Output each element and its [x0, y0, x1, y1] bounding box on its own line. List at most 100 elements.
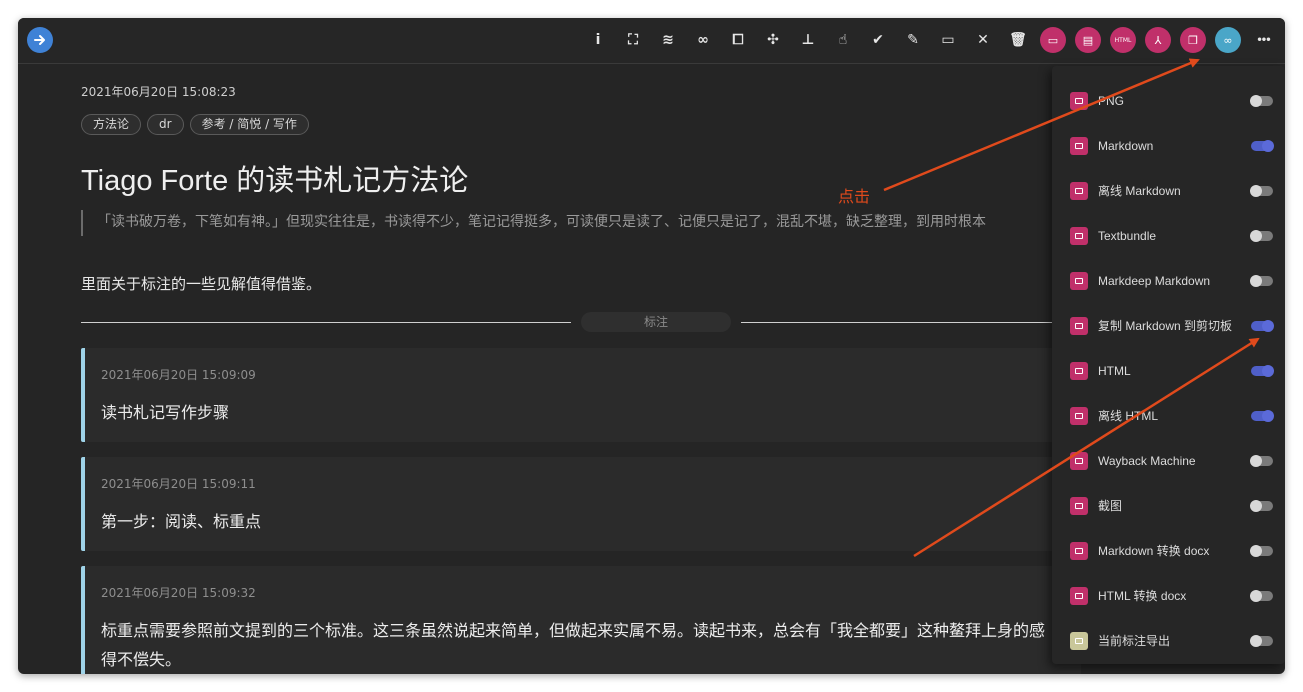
- markdeep-icon: [1070, 272, 1088, 290]
- double-check-icon[interactable]: ✔: [865, 27, 891, 53]
- export-menu-item-label: Markdown: [1098, 139, 1154, 153]
- toggle-knob: [1250, 455, 1262, 467]
- export-toggle[interactable]: [1250, 500, 1273, 512]
- summary-quote: 「读书破万卷，下笔如有神。」但现实往往是，书读得不少，笔记记得挺多，可读便只是读…: [81, 210, 1071, 236]
- toggle-knob: [1262, 365, 1274, 377]
- export-menu-item-label: Wayback Machine: [1098, 454, 1196, 468]
- export-menu-item-label: 当前标注导出: [1098, 634, 1171, 648]
- layers-icon[interactable]: ≋: [655, 27, 681, 53]
- archive-icon[interactable]: ▭: [935, 27, 961, 53]
- export-menu-item[interactable]: Textbundle: [1052, 213, 1285, 258]
- export-toggle[interactable]: [1250, 590, 1273, 602]
- export-menu-item[interactable]: Markdeep Markdown: [1052, 258, 1285, 303]
- export-toggle[interactable]: [1251, 365, 1274, 377]
- cloud-upload-icon: [1070, 587, 1088, 605]
- annotation-card[interactable]: 2021年06月20日 15:09:09 读书札记写作步骤: [81, 348, 1081, 442]
- export-menu-item-label: HTML: [1098, 364, 1131, 378]
- export-menu-item[interactable]: Wayback Machine: [1052, 438, 1285, 483]
- divider-line-right: [741, 322, 1071, 323]
- pdf-export-icon[interactable]: ⅄: [1145, 27, 1171, 53]
- toggle-knob: [1250, 590, 1262, 602]
- annotation-text-line: 标重点需要参照前文提到的三个标准。这三条虽然说起来简单，但做起来实属不易。读起书…: [101, 621, 1046, 640]
- tag-list: 方法论 dr 参考 / 简悦 / 写作: [81, 114, 315, 135]
- export-menu-item[interactable]: 离线 HTML: [1052, 393, 1285, 438]
- toggle-knob: [1262, 410, 1274, 422]
- export-menu-item[interactable]: 截图: [1052, 483, 1285, 528]
- export-toggle[interactable]: [1250, 275, 1273, 287]
- export-menu-item-label: 复制 Markdown 到剪切板: [1098, 319, 1233, 333]
- export-toggle[interactable]: [1250, 95, 1273, 107]
- toolbar: i ⛶ ≋ ∞ ⧠ ✣ ⊥ ☝ ✔ ✎ ▭ ✕ 🗑 ▭ ▤ HTML ⅄ ❐ ∞ •••: [18, 18, 1285, 64]
- more-horizontal-icon[interactable]: •••: [1250, 27, 1276, 53]
- hub-icon[interactable]: ✣: [760, 27, 786, 53]
- tag-chip[interactable]: dr: [147, 114, 184, 135]
- toggle-knob: [1250, 95, 1262, 107]
- export-menu-item-label: PNG: [1098, 94, 1125, 108]
- link-icon[interactable]: ∞: [690, 27, 716, 53]
- word-icon: [1070, 542, 1088, 560]
- export-toggle[interactable]: [1251, 140, 1274, 152]
- reader-window: i ⛶ ≋ ∞ ⧠ ✣ ⊥ ☝ ✔ ✎ ▭ ✕ 🗑 ▭ ▤ HTML ⅄ ❐ ∞ ••• 2021年06月20日 15…: [18, 18, 1285, 674]
- share-link-icon[interactable]: ∞: [1215, 27, 1241, 53]
- annotations-divider-label: 标注: [581, 312, 731, 332]
- export-menu-item-label: 离线 HTML: [1098, 409, 1159, 423]
- export-menu-item[interactable]: Markdown 转换 docx: [1052, 528, 1285, 573]
- pencil-icon[interactable]: ✎: [900, 27, 926, 53]
- export-toggle[interactable]: [1251, 320, 1274, 332]
- page-title: Tiago Forte 的读书札记方法论: [81, 165, 469, 197]
- tag-chip[interactable]: 方法论: [81, 114, 142, 135]
- export-toggle[interactable]: [1250, 455, 1273, 467]
- toggle-knob: [1250, 185, 1262, 197]
- export-menu-item[interactable]: Markdown: [1052, 123, 1285, 168]
- close-icon[interactable]: ✕: [970, 27, 996, 53]
- tag-chip[interactable]: 参考 / 简悦 / 写作: [189, 114, 309, 135]
- export-menu-item[interactable]: 复制 Markdown 到剪切板: [1052, 303, 1285, 348]
- toggle-knob: [1262, 140, 1274, 152]
- crop-icon[interactable]: ⧠: [725, 27, 751, 53]
- hand-pointer-icon[interactable]: ☝: [830, 27, 856, 53]
- export-toggle[interactable]: [1250, 545, 1273, 557]
- export-menu-item[interactable]: PNG: [1052, 78, 1285, 123]
- export-toggle[interactable]: [1250, 635, 1273, 647]
- toggle-knob: [1250, 545, 1262, 557]
- toggle-knob: [1250, 635, 1262, 647]
- toggle-knob: [1250, 230, 1262, 242]
- export-toggle[interactable]: [1250, 185, 1273, 197]
- note-paragraph: 里面关于标注的一些见解值得借鉴。: [81, 275, 322, 293]
- click-callout-label: 点击: [838, 187, 871, 206]
- trash-icon[interactable]: 🗑: [1005, 27, 1031, 53]
- annotation-card[interactable]: 2021年06月20日 15:09:11 第一步：阅读、标重点: [81, 457, 1081, 551]
- export-menu-item[interactable]: 离线 Markdown: [1052, 168, 1285, 213]
- html-icon: [1070, 362, 1088, 380]
- export-menu-item-label: Markdown 转换 docx: [1098, 544, 1210, 558]
- annotation-text: 第一步：阅读、标重点: [101, 512, 262, 531]
- export-toggle[interactable]: [1250, 230, 1273, 242]
- fullscreen-icon[interactable]: ⛶: [620, 27, 646, 53]
- markdown-icon: [1070, 137, 1088, 155]
- divider-line-left: [81, 322, 571, 323]
- annotation-date: 2021年06月20日 15:09:11: [101, 477, 256, 491]
- highlighter-icon: [1070, 632, 1088, 650]
- export-menu-item[interactable]: HTML: [1052, 348, 1285, 393]
- export-menu-item-label: HTML 转换 docx: [1098, 589, 1187, 603]
- export-menu-item[interactable]: HTML 转换 docx: [1052, 573, 1285, 618]
- html-export-icon[interactable]: HTML: [1110, 27, 1136, 53]
- sitemap-icon[interactable]: ⊥: [795, 27, 821, 53]
- wayback-icon: [1070, 452, 1088, 470]
- back-button[interactable]: [27, 27, 53, 53]
- toggle-knob: [1250, 275, 1262, 287]
- annotation-text: 读书札记写作步骤: [101, 403, 230, 422]
- export-menu-item-label: Textbundle: [1098, 229, 1157, 243]
- textbundle-export-icon[interactable]: ▤: [1075, 27, 1101, 53]
- export-toggle[interactable]: [1251, 410, 1274, 422]
- export-menu-item-label: 离线 Markdown: [1098, 184, 1181, 198]
- export-menu: PNG Markdown 离线 Markdown Textbundle Markdeep…: [1052, 66, 1285, 664]
- export-menu-item[interactable]: 当前标注导出: [1052, 618, 1285, 663]
- info-icon[interactable]: i: [585, 27, 611, 53]
- copy-export-icon[interactable]: ❐: [1180, 27, 1206, 53]
- annotation-date: 2021年06月20日 15:09:32: [101, 586, 256, 600]
- document-date: 2021年06月20日 15:08:23: [81, 85, 236, 99]
- export-menu-item-label: Markdeep Markdown: [1098, 274, 1211, 288]
- annotation-card[interactable]: 2021年06月20日 15:09:32 标重点需要参照前文提到的三个标准。这三…: [81, 566, 1081, 674]
- markdown-export-icon[interactable]: ▭: [1040, 27, 1066, 53]
